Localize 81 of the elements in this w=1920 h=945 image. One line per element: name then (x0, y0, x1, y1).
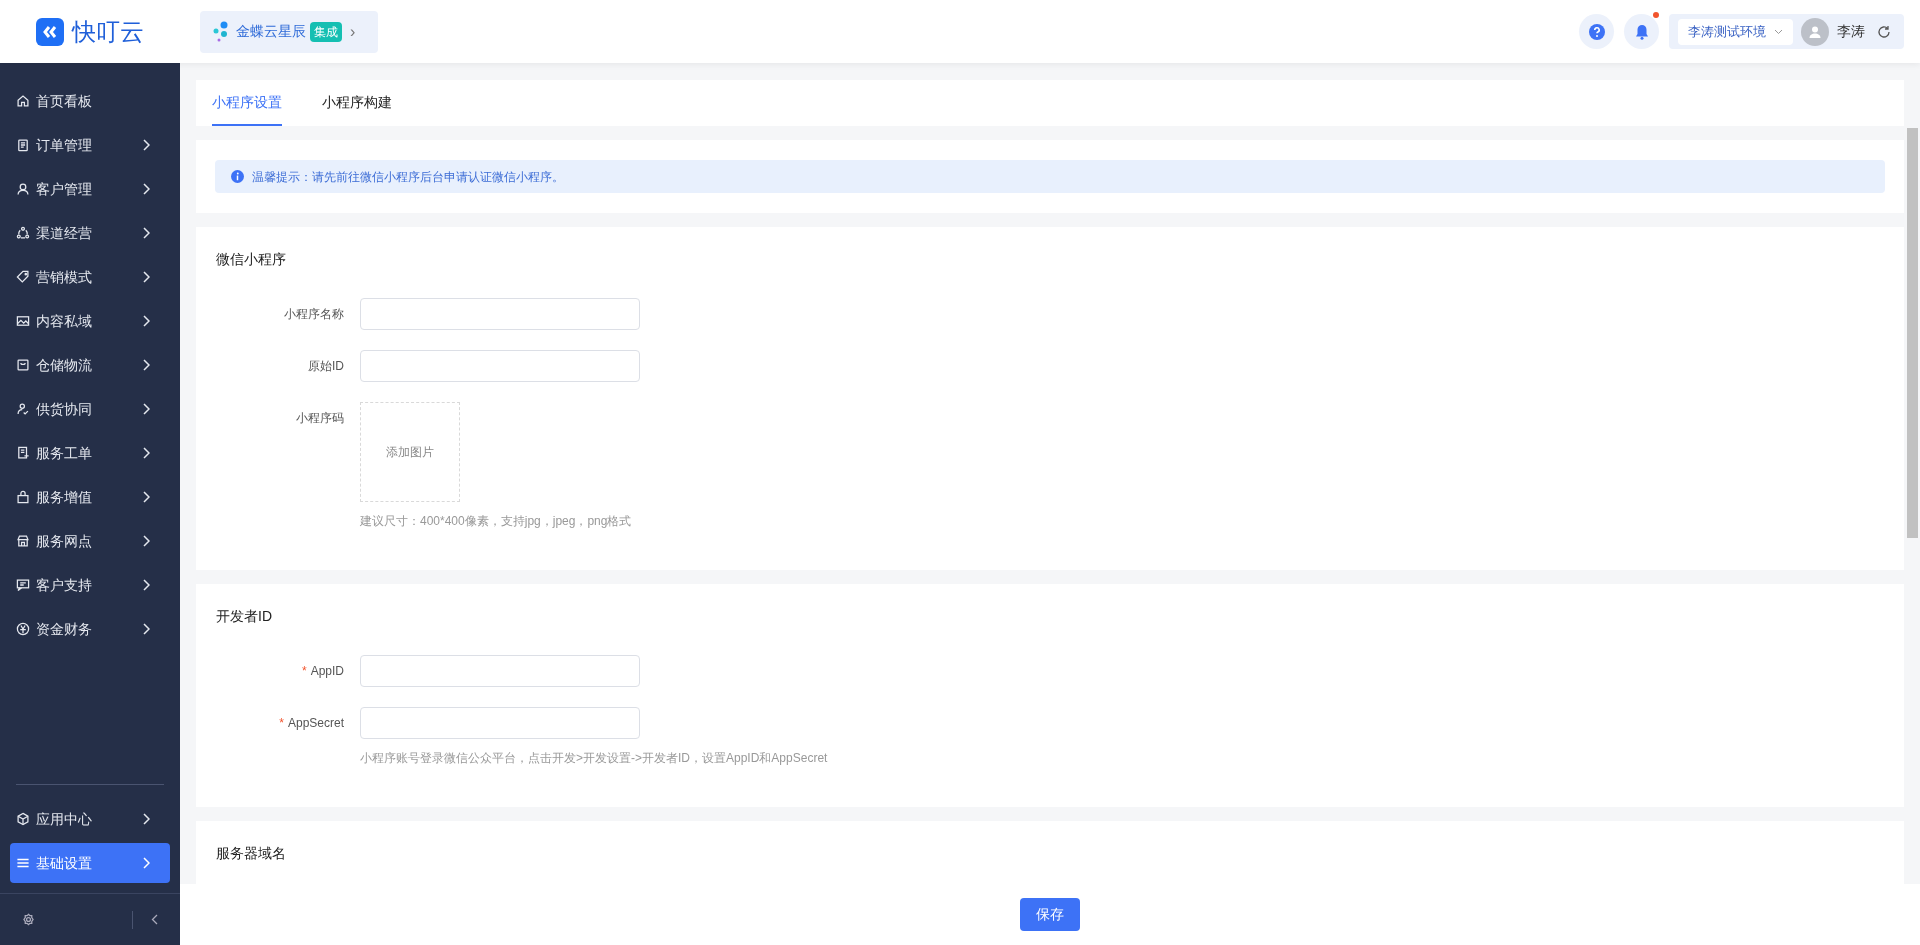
menu-icon (16, 402, 30, 416)
refresh-icon[interactable] (1877, 24, 1891, 39)
integration-badge: 集成 (310, 21, 342, 42)
menu-icon (16, 622, 30, 636)
logo-text: 快叮云 (72, 16, 144, 47)
collapse-icon[interactable] (151, 914, 158, 925)
menu-icon (16, 226, 30, 240)
section-title: 开发者ID (216, 607, 273, 626)
environment-dropdown[interactable]: 李涛测试环境 (1678, 18, 1793, 45)
settings-icon[interactable] (22, 913, 35, 926)
field-label: * AppSecret (279, 715, 344, 732)
sidebar-item[interactable]: 基础设置 (10, 843, 170, 883)
text-input[interactable] (360, 298, 640, 330)
menu-icon (16, 94, 30, 108)
menu-icon (16, 490, 30, 504)
section-title: 微信小程序 (216, 250, 287, 269)
sidebar-item[interactable]: 内容私域 (10, 301, 170, 341)
sidebar-item[interactable]: 应用中心 (10, 799, 170, 839)
sidebar-label: 客户支持 (36, 575, 92, 595)
info-icon (231, 170, 244, 183)
tab[interactable]: 小程序设置 (212, 80, 282, 126)
menu-icon (16, 314, 30, 328)
image-upload[interactable]: 添加图片 (360, 402, 460, 502)
field-label: 小程序码 (296, 410, 344, 427)
sidebar-label: 服务网点 (36, 531, 92, 551)
menu-icon (16, 182, 30, 196)
notification-button[interactable] (1624, 14, 1659, 49)
menu-icon (16, 358, 30, 372)
scrollbar[interactable] (1907, 128, 1918, 538)
text-input[interactable] (360, 655, 640, 687)
sidebar-item[interactable]: 仓储物流 (10, 345, 170, 385)
menu-icon (16, 812, 30, 826)
save-button[interactable]: 保存 (1020, 898, 1080, 931)
field-label: 原始ID (308, 358, 344, 375)
sidebar-label: 营销模式 (36, 267, 92, 287)
sidebar-label: 客户管理 (36, 179, 92, 199)
integration-button[interactable]: 金蝶云星辰 集成 › (200, 10, 378, 53)
notice-text: 温馨提示：请先前往微信小程序后台申请认证微信小程序。 (252, 168, 564, 186)
sidebar-label: 供货协同 (36, 399, 92, 419)
sidebar-item[interactable]: 供货协同 (10, 389, 170, 429)
user-name: 李涛 (1837, 22, 1865, 41)
hint-text: 建议尺寸：400*400像素，支持jpg，jpeg，png格式 (360, 513, 632, 530)
sidebar-label: 内容私域 (36, 311, 92, 331)
logo-icon (36, 17, 64, 46)
field-label: * AppID (301, 663, 344, 680)
menu-icon (16, 138, 30, 152)
field-label: 小程序名称 (284, 306, 344, 323)
sidebar-item[interactable]: 服务工单 (10, 433, 170, 473)
sidebar-label: 订单管理 (36, 135, 92, 155)
sidebar-label: 资金财务 (36, 619, 92, 639)
sidebar-label: 渠道经营 (36, 223, 92, 243)
menu-icon (16, 578, 30, 592)
section-title: 服务器域名 (216, 844, 287, 863)
help-icon (1588, 23, 1605, 40)
menu-icon (16, 856, 30, 870)
sidebar-item[interactable]: 客户支持 (10, 565, 170, 605)
sidebar-item[interactable]: 资金财务 (10, 609, 170, 649)
sidebar-item[interactable]: 服务增值 (10, 477, 170, 517)
sidebar-label: 应用中心 (36, 809, 92, 829)
sidebar-item[interactable]: 客户管理 (10, 169, 170, 209)
help-button[interactable] (1579, 14, 1614, 49)
sidebar-item[interactable]: 服务网点 (10, 521, 170, 561)
sidebar-item[interactable]: 营销模式 (10, 257, 170, 297)
bell-icon (1634, 23, 1649, 40)
sidebar-label: 首页看板 (36, 91, 92, 111)
menu-icon (16, 534, 30, 548)
sidebar-label: 服务工单 (36, 443, 92, 463)
menu-icon (16, 270, 30, 284)
chevron-down-icon (1774, 28, 1783, 35)
sidebar-label: 仓储物流 (36, 355, 92, 375)
sidebar-item[interactable]: 渠道经营 (10, 213, 170, 253)
text-input[interactable] (360, 350, 640, 382)
tab[interactable]: 小程序构建 (322, 80, 392, 126)
sidebar-label: 基础设置 (36, 853, 92, 873)
sidebar-item[interactable]: 订单管理 (10, 125, 170, 165)
text-input[interactable] (360, 707, 640, 739)
menu-icon (16, 446, 30, 460)
hint-text: 小程序账号登录微信公众平台，点击开发>开发设置->开发者ID，设置AppID和AppSecret (360, 750, 828, 767)
sidebar-item[interactable]: 首页看板 (10, 81, 170, 121)
avatar (1801, 17, 1829, 46)
sidebar-label: 服务增值 (36, 487, 92, 507)
